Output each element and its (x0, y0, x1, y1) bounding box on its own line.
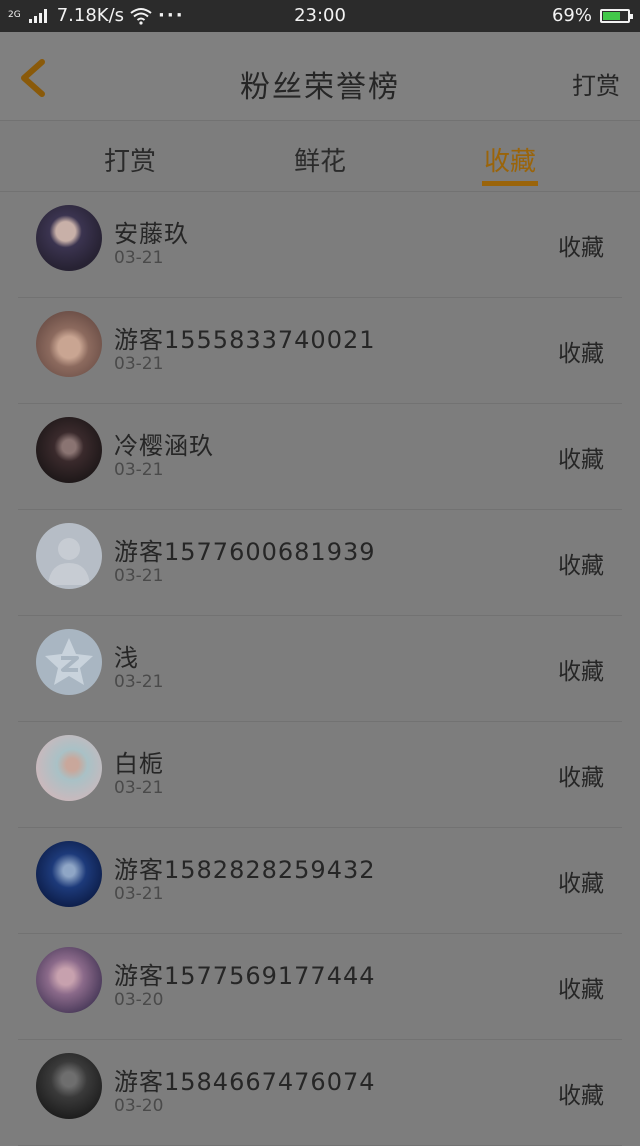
fan-date: 03-21 (114, 778, 164, 798)
fan-name: 游客1555833740021 (114, 326, 376, 354)
list-item[interactable]: 游客1577569177444 03-20 收藏 (18, 934, 622, 1040)
avatar (36, 311, 102, 377)
fan-date: 03-21 (114, 884, 164, 904)
fan-date: 03-21 (114, 672, 164, 692)
fan-action: 收藏 (558, 765, 604, 791)
fan-name: 白栀 (114, 750, 164, 778)
list-item[interactable]: 游客1582828259432 03-21 收藏 (18, 828, 622, 934)
list-item[interactable]: 白栀 03-21 收藏 (18, 722, 622, 828)
fan-date: 03-20 (114, 1096, 164, 1116)
fan-list: 安藤玖 03-21 收藏 游客1555833740021 03-21 收藏 冷樱… (0, 192, 640, 1146)
top-bar: 粉丝荣誉榜 打赏 (0, 32, 640, 121)
reward-button[interactable]: 打赏 (572, 66, 620, 101)
active-tab-indicator (482, 181, 538, 186)
avatar (36, 629, 102, 695)
list-item[interactable]: 安藤玖 03-21 收藏 (18, 192, 622, 298)
fan-name: 安藤玖 (114, 220, 189, 248)
fan-date: 03-21 (114, 460, 164, 480)
fan-name: 浅 (114, 644, 139, 672)
fan-action: 收藏 (558, 1083, 604, 1109)
avatar (36, 735, 102, 801)
battery-icon (600, 8, 633, 23)
list-item[interactable]: 游客1584667476074 03-20 收藏 (18, 1040, 622, 1146)
clock: 23:00 (294, 5, 346, 26)
list-item[interactable]: 游客1555833740021 03-21 收藏 (18, 298, 622, 404)
fan-date: 03-21 (114, 354, 164, 374)
fan-action: 收藏 (558, 235, 604, 261)
fan-name: 游客1577600681939 (114, 538, 376, 566)
avatar (36, 1053, 102, 1119)
fan-name: 游客1582828259432 (114, 856, 376, 884)
fan-name: 游客1584667476074 (114, 1068, 376, 1096)
avatar (36, 841, 102, 907)
list-item[interactable]: 游客1577600681939 03-21 收藏 (18, 510, 622, 616)
default-person-icon (48, 538, 90, 585)
tab-flowers[interactable]: 鲜花 (260, 141, 380, 178)
avatar (36, 947, 102, 1013)
list-item[interactable]: 浅 03-21 收藏 (18, 616, 622, 722)
fan-date: 03-21 (114, 248, 164, 268)
avatar (36, 417, 102, 483)
tab-favorites[interactable]: 收藏 (450, 141, 570, 178)
fan-name: 冷樱涵玖 (114, 432, 214, 460)
tab-reward[interactable]: 打赏 (70, 141, 190, 178)
fan-action: 收藏 (558, 553, 604, 579)
page-title: 粉丝荣誉榜 (240, 70, 400, 105)
fan-date: 03-20 (114, 990, 164, 1010)
status-bar: 2G 7.18K/s ··· 23:00 69% (0, 0, 640, 32)
tab-bar: 打赏 鲜花 收藏 (0, 121, 640, 192)
list-item[interactable]: 冷樱涵玖 03-21 收藏 (18, 404, 622, 510)
fan-action: 收藏 (558, 447, 604, 473)
fan-action: 收藏 (558, 341, 604, 367)
fan-action: 收藏 (558, 659, 604, 685)
fan-action: 收藏 (558, 871, 604, 897)
fan-name: 游客1577569177444 (114, 962, 376, 990)
avatar (36, 205, 102, 271)
fan-action: 收藏 (558, 977, 604, 1003)
star-icon (45, 638, 93, 685)
avatar (36, 523, 102, 589)
battery-fill (603, 11, 620, 20)
battery-percent: 69% (551, 5, 592, 26)
fan-date: 03-21 (114, 566, 164, 586)
